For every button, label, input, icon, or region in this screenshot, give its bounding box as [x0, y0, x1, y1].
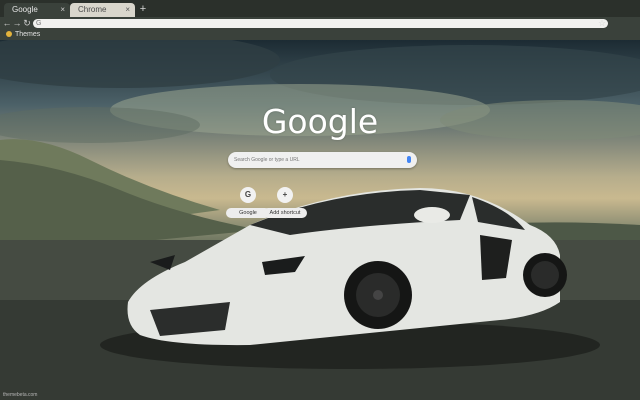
omnibox[interactable]: G [33, 19, 608, 28]
bookmark-label: Themes [15, 31, 41, 38]
tab-google[interactable]: Google × [4, 3, 70, 17]
google-logo: Google [261, 102, 379, 141]
themes-icon [6, 30, 12, 37]
google-icon: G [240, 187, 256, 203]
tab-chrome[interactable]: Chrome × [70, 3, 135, 17]
microphone-icon[interactable] [407, 156, 411, 163]
forward-arrow-icon[interactable]: → [12, 17, 22, 30]
toolbar: ← → ↻ G [0, 17, 640, 30]
tab-label: Chrome [78, 5, 107, 14]
search-placeholder: Search Google or type a URL [234, 157, 300, 163]
new-tab-button[interactable]: + [138, 3, 148, 16]
shortcut-label: Add shortcut [263, 208, 307, 218]
bookmarks-bar: Themes [0, 30, 640, 40]
bookmark-star-icon[interactable]: ☆ [597, 17, 607, 30]
add-shortcut-button[interactable]: + Add shortcut [263, 187, 307, 227]
tab-strip: Google × Chrome × + [0, 0, 640, 17]
bookmark-themes[interactable]: Themes [6, 30, 40, 40]
google-g-icon: G [36, 20, 42, 27]
search-input[interactable]: Search Google or type a URL [228, 152, 417, 168]
close-tab-icon[interactable]: × [60, 3, 65, 17]
theme-background-image [0, 40, 640, 400]
reload-icon[interactable]: ↻ [22, 17, 32, 30]
theme-credit: themebeta.com [3, 392, 38, 398]
back-arrow-icon[interactable]: ← [2, 17, 12, 30]
new-tab-page: Google Search Google or type a URL G Goo… [0, 40, 640, 400]
tab-label: Google [12, 5, 38, 14]
plus-icon: + [277, 187, 293, 203]
close-tab-icon[interactable]: × [125, 3, 130, 17]
